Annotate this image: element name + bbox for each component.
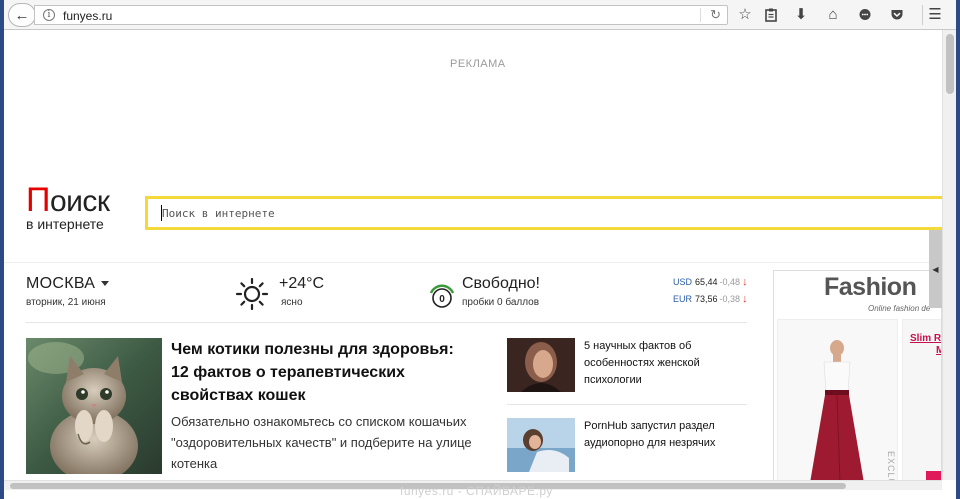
side-news-title[interactable]: PornHub запустил раздел аудиопорно для н… (584, 418, 744, 452)
fashion-ad-title: Fashion (824, 273, 917, 301)
back-arrow-icon: ← (14, 6, 30, 24)
logo-subtitle: в интернете (26, 216, 104, 232)
currency-value: 73,56 (695, 294, 718, 304)
traffic-status[interactable]: Свободно! (462, 275, 540, 293)
traffic-icon: 0 (429, 284, 455, 308)
traffic-score: 0 (439, 294, 445, 305)
home-icon[interactable]: ⌂ (822, 5, 844, 25)
clipboard-icon[interactable] (760, 5, 782, 25)
urlbar-separator (700, 8, 701, 22)
sun-icon (235, 277, 269, 311)
down-arrow-icon: ↓ (742, 293, 748, 305)
city-name: МОСКВА (26, 275, 96, 292)
vertical-scroll-thumb[interactable] (946, 34, 954, 94)
search-input[interactable] (148, 199, 942, 227)
current-date: вторник, 21 июня (26, 297, 106, 308)
temperature[interactable]: +24°C (279, 275, 324, 293)
main-news-title[interactable]: Чем котики полезны для здоровья: 12 факт… (171, 338, 471, 407)
url-bar[interactable]: i funyes.ru ↻ (34, 5, 728, 25)
currency-eur[interactable]: EUR 73,56 -0,38 ↓ (673, 293, 748, 305)
browser-toolbar: ← i funyes.ru ↻ ☆ ⬇ ⌂ ☰ (4, 0, 956, 30)
kitten-image[interactable] (26, 338, 162, 474)
watermark: funyes.ru - СПАЙВАРЕ.ру (400, 484, 553, 498)
side-news-image[interactable] (507, 418, 575, 472)
chat-icon[interactable] (854, 5, 876, 25)
slim-text: Slim R (910, 333, 942, 344)
side-news-image[interactable] (507, 338, 575, 392)
weather-desc: ясно (281, 297, 303, 308)
vertical-scrollbar[interactable] (942, 30, 956, 480)
currency-usd[interactable]: USD 65,44 -0,48 ↓ (673, 276, 748, 288)
menu-icon[interactable]: ☰ (924, 5, 946, 25)
pink-bar (926, 471, 941, 480)
url-text[interactable]: funyes.ru (63, 9, 112, 23)
pocket-icon[interactable] (886, 5, 908, 25)
download-icon[interactable]: ⬇ (790, 5, 812, 25)
reload-icon[interactable]: ↻ (710, 7, 721, 23)
exclu-label: EXCLU (886, 451, 896, 480)
chevron-down-icon (101, 281, 110, 287)
side-news-title[interactable]: 5 научных фактов об особенностях женской… (584, 338, 744, 389)
search-box[interactable] (145, 196, 942, 230)
web-page: РЕКЛАМА Поиск в интернете МОСКВА вторник… (4, 30, 942, 480)
down-arrow-icon: ↓ (742, 276, 748, 288)
currency-code: USD (673, 277, 693, 287)
side-news-divider (507, 404, 747, 405)
site-logo[interactable]: Поиск в интернете (26, 183, 110, 232)
back-button[interactable]: ← (8, 3, 36, 27)
city-selector[interactable]: МОСКВА (26, 275, 110, 293)
toolbar-separator (922, 5, 923, 25)
currency-change: -0,48 (719, 277, 741, 287)
star-icon[interactable]: ☆ (734, 5, 756, 25)
slim-link[interactable]: Slim RM (910, 333, 942, 357)
currency-value: 65,44 (695, 277, 718, 287)
traffic-desc: пробки 0 баллов (462, 297, 540, 308)
news-divider (26, 322, 747, 323)
side-panel-tab[interactable]: ◀ (929, 230, 942, 308)
section-divider (4, 262, 942, 263)
main-news-desc[interactable]: Обязательно ознакомьтесь со списком коша… (171, 411, 491, 474)
fashion-ad-subtitle: Online fashion de (868, 304, 931, 313)
ad-label: РЕКЛАМА (450, 58, 506, 70)
fashion-ad-panel[interactable] (777, 319, 898, 480)
logo-first-letter: П (26, 181, 50, 219)
chevron-left-icon: ◀ (932, 264, 939, 274)
browser-window: ← i funyes.ru ↻ ☆ ⬇ ⌂ ☰ РЕКЛАМА Поиск в … (4, 0, 956, 499)
info-icon[interactable]: i (43, 9, 55, 21)
dress-image (778, 320, 897, 480)
fashion-ad-banner[interactable]: Fashion Online fashion de Slim RM EXCLU (773, 270, 942, 480)
logo-rest: оиск (49, 185, 110, 218)
currency-code: EUR (673, 294, 693, 304)
text-cursor (161, 205, 162, 221)
currency-change: -0,38 (719, 294, 741, 304)
